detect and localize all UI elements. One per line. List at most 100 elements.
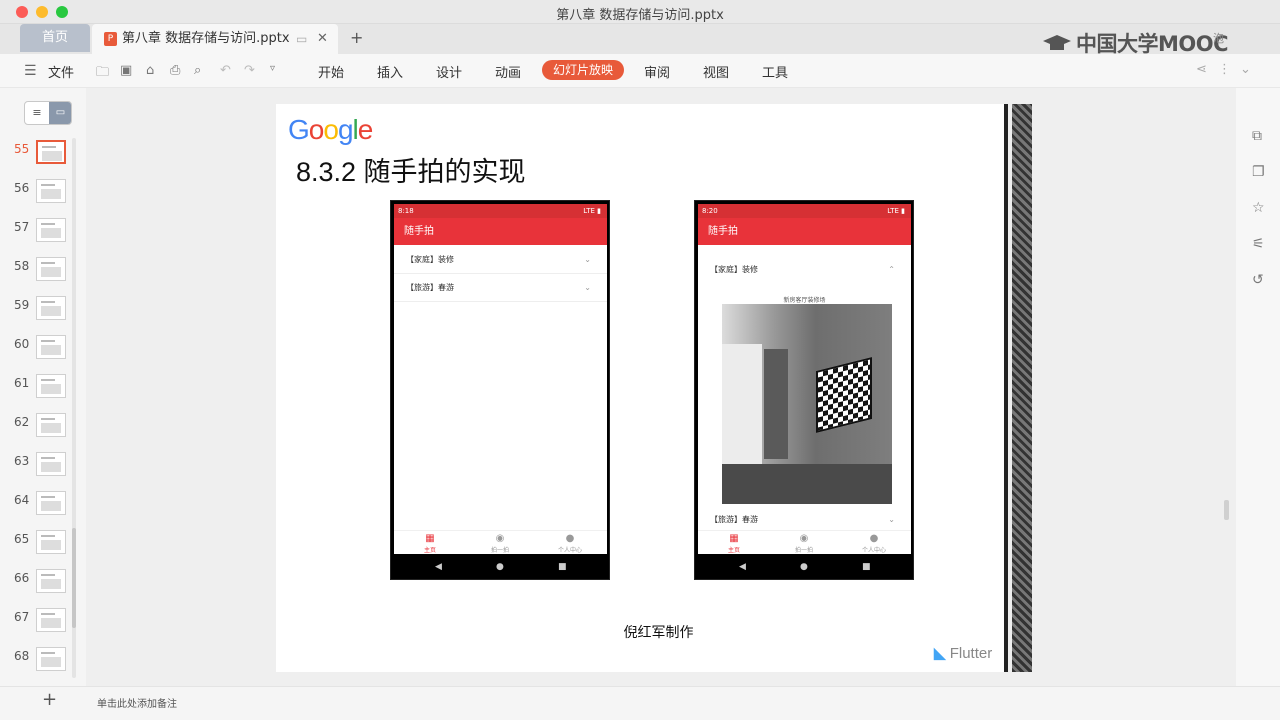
more-options-icon[interactable]: ⋮ xyxy=(1218,62,1231,77)
slide-preview xyxy=(36,530,66,554)
slide-number: 64 xyxy=(14,493,30,507)
redo-icon[interactable]: ↷ xyxy=(244,63,255,78)
flutter-logo: ◣ Flutter xyxy=(934,645,993,662)
phone-status-bar: 8:20 LTE ▮ xyxy=(698,204,911,218)
collapse-ribbon-icon[interactable]: ⌄ xyxy=(1240,62,1251,77)
slide-title: 8.3.2 随手拍的实现 xyxy=(296,157,526,187)
slide-preview xyxy=(36,179,66,203)
camera-icon: ◉ xyxy=(799,533,809,544)
slide-preview xyxy=(36,296,66,320)
android-nav-bar: ◀ ● ■ xyxy=(695,557,913,579)
home-icon: ● xyxy=(496,562,504,572)
nav-camera: ◉ 拍一拍 xyxy=(480,533,520,554)
back-icon: ◀ xyxy=(739,562,746,572)
list-item: 【家庭】装修 ⌄ xyxy=(394,246,607,274)
phone-screenshot-left: 8:18 LTE ▮ 随手拍 【家庭】装修 ⌄ 【旅游】春游 ⌄ ▦ 主页 ◉ 拍一拍 ●… xyxy=(390,200,610,580)
thumbnail-scrollbar[interactable] xyxy=(72,138,76,678)
tab-document[interactable]: P 第八章 数据存储与访问.pptx ▭ ✕ xyxy=(92,24,338,54)
slide-number: 59 xyxy=(14,298,30,312)
tab-insert[interactable]: 插入 xyxy=(377,62,403,81)
list-item: 【旅游】春游 ⌄ xyxy=(394,274,607,302)
menu-icon[interactable]: ☰ xyxy=(24,63,37,79)
tab-home[interactable]: 首页 xyxy=(20,24,90,52)
save-icon[interactable]: ▣ xyxy=(120,63,132,78)
monitor-icon[interactable]: ▭ xyxy=(296,24,307,54)
phone-screen: 8:20 LTE ▮ 随手拍 【家庭】装修 ⌃ 新房客厅装修场 【旅游】春游 ⌄ ▦ 主… xyxy=(698,204,911,554)
slide-preview xyxy=(36,257,66,281)
slide[interactable]: Google 8.3.2 随手拍的实现 8:18 LTE ▮ 随手拍 【家庭】装修… xyxy=(276,104,1008,672)
tab-tools[interactable]: 工具 xyxy=(762,62,788,81)
open-folder-icon[interactable]: 🗀 xyxy=(96,63,109,85)
tab-review[interactable]: 审阅 xyxy=(644,62,670,81)
flutter-icon: ◣ xyxy=(934,645,946,662)
print-icon[interactable]: ⎙ xyxy=(170,63,180,78)
thumbnail-view-icon[interactable]: ▭ xyxy=(49,102,71,124)
phone-status-bar: 8:18 LTE ▮ xyxy=(394,204,607,218)
undo-icon[interactable]: ↶ xyxy=(220,63,231,78)
room-photo xyxy=(722,304,892,504)
canvas-scrollbar[interactable] xyxy=(1224,100,1229,670)
app-bar-title: 随手拍 xyxy=(698,218,911,245)
decorative-strip xyxy=(1012,104,1032,672)
star-icon[interactable]: ☆ xyxy=(1252,200,1265,216)
home-icon: ● xyxy=(800,562,808,572)
nav-home: ▦ 主页 xyxy=(410,533,450,554)
slide-number: 68 xyxy=(14,649,30,663)
tab-start[interactable]: 开始 xyxy=(318,62,344,81)
slide-preview xyxy=(36,647,66,671)
slide-preview xyxy=(36,335,66,359)
mooc-text: 中国大学MOOC xyxy=(1076,32,1229,56)
mortarboard-icon xyxy=(1043,35,1071,50)
title-bar: 第八章 数据存储与访问.pptx xyxy=(0,0,1280,24)
tab-view[interactable]: 视图 xyxy=(703,62,729,81)
slide-preview xyxy=(36,218,66,242)
google-logo: Google xyxy=(288,114,373,145)
calendar-icon: ▦ xyxy=(729,533,739,544)
slide-number: 62 xyxy=(14,415,30,429)
format-painter-icon[interactable]: ⌂ xyxy=(146,63,154,78)
recents-icon: ■ xyxy=(862,562,871,572)
ribbon-toolbar: ☰ 文件 🗀 ▣ ⌂ ⎙ ⌕ ↶ ↷ ▿ 开始 插入 设计 动画 幻灯片放映 审… xyxy=(0,54,1280,88)
nav-camera: ◉ 拍一拍 xyxy=(784,533,824,554)
tab-close-icon[interactable]: ✕ xyxy=(317,24,328,54)
camera-icon: ◉ xyxy=(495,533,505,544)
share-icon[interactable]: ⋖ xyxy=(1196,62,1207,77)
slide-preview xyxy=(36,374,66,398)
add-slide-button[interactable]: + xyxy=(42,689,57,710)
slide-number: 56 xyxy=(14,181,30,195)
history-icon[interactable]: ↺ xyxy=(1252,272,1264,288)
status-bar: + 单击此处添加备注 xyxy=(0,686,1280,720)
slide-number: 55 xyxy=(14,142,30,156)
back-icon: ◀ xyxy=(435,562,442,572)
nav-profile: ● 个人中心 xyxy=(550,533,590,554)
slide-number: 58 xyxy=(14,259,30,273)
tab-document-label: 第八章 数据存储与访问.pptx xyxy=(122,31,290,46)
more-dropdown-icon[interactable]: ▿ xyxy=(270,63,275,74)
print-preview-icon[interactable]: ⌕ xyxy=(194,63,201,78)
chevron-up-icon: ⌃ xyxy=(888,265,895,274)
app-bar-title: 随手拍 xyxy=(394,218,607,245)
slide-number: 60 xyxy=(14,337,30,351)
copy-icon[interactable]: ❐ xyxy=(1252,164,1265,180)
slide-preview xyxy=(36,491,66,515)
slide-number: 67 xyxy=(14,610,30,624)
layout-icon[interactable]: ⧉ xyxy=(1252,128,1262,144)
tab-slideshow[interactable]: 幻灯片放映 xyxy=(542,60,624,80)
outline-view-icon[interactable]: ≡ xyxy=(25,102,49,124)
bottom-navigation: ▦ 主页 ◉ 拍一拍 ● 个人中心 xyxy=(394,530,607,554)
slide-preview xyxy=(36,608,66,632)
slide-preview xyxy=(36,413,66,437)
new-tab-button[interactable]: + xyxy=(350,24,363,52)
file-menu[interactable]: 文件 xyxy=(48,62,74,81)
person-icon: ● xyxy=(869,533,879,544)
android-nav-bar: ◀ ● ■ xyxy=(391,557,609,579)
notes-placeholder[interactable]: 单击此处添加备注 xyxy=(97,695,177,710)
author-credit: 倪红军制作 xyxy=(623,625,694,641)
slides-panel: ≡ ▭ 55 56 57 58 59 60 61 62 63 64 65 66 … xyxy=(0,88,86,686)
pptx-file-icon: P xyxy=(104,32,117,46)
settings-sliders-icon[interactable]: ⚟ xyxy=(1252,236,1265,252)
tab-animation[interactable]: 动画 xyxy=(495,62,521,81)
person-icon: ● xyxy=(565,533,575,544)
phone-screen: 8:18 LTE ▮ 随手拍 【家庭】装修 ⌄ 【旅游】春游 ⌄ ▦ 主页 ◉ 拍一拍 ●… xyxy=(394,204,607,554)
tab-design[interactable]: 设计 xyxy=(436,62,462,81)
